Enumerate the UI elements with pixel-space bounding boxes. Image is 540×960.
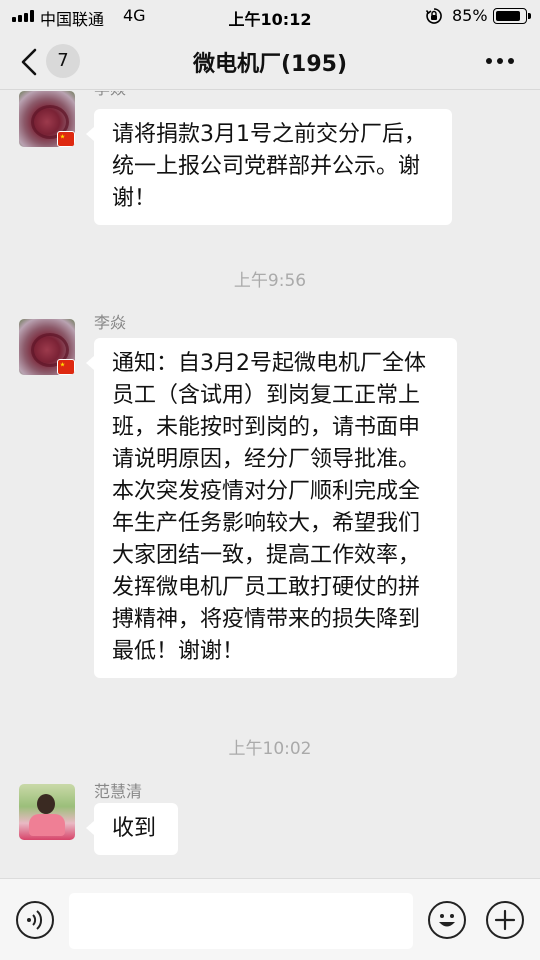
avatar[interactable] — [19, 319, 75, 375]
emoji-button[interactable] — [428, 901, 466, 939]
voice-button[interactable] — [16, 901, 54, 939]
plus-icon — [494, 909, 516, 931]
battery-percent: 85% — [452, 6, 488, 25]
more-options-button[interactable] — [480, 46, 520, 76]
chat-title: 微电机厂(195) — [192, 52, 348, 77]
timestamp: 上午10:02 — [228, 739, 312, 759]
message-bubble[interactable]: 通知：自3月2号起微电机厂全体员工（含试用）到岗复工正常上班，未能按时到岗的，请… — [86, 338, 457, 678]
sender-name: 范慧清 — [94, 782, 143, 801]
emoji-icon — [439, 914, 455, 927]
chat-header: 7 微电机厂(195) — [0, 32, 540, 90]
status-bar: 中国联通 4G 上午10:12 85% — [0, 0, 540, 32]
avatar[interactable] — [19, 784, 75, 840]
more-functions-button[interactable] — [486, 901, 524, 939]
battery-icon — [493, 8, 531, 24]
input-bar — [0, 878, 540, 960]
sender-name: 李焱 — [94, 313, 127, 332]
avatar[interactable] — [19, 91, 75, 147]
china-flag-icon — [57, 131, 75, 147]
message-bubble[interactable]: 请将捐款3月1号之前交分厂后，统一上报公司党群部并公示。谢谢！ — [86, 109, 452, 225]
timestamp: 上午9:56 — [233, 271, 307, 291]
message-bubble[interactable]: 收到 — [86, 803, 178, 855]
message-input[interactable] — [69, 893, 413, 949]
china-flag-icon — [57, 359, 75, 375]
sender-name: 李焱 — [94, 91, 126, 99]
message-list[interactable]: 李焱 请将捐款3月1号之前交分厂后，统一上报公司党群部并公示。谢谢！ 上午9:5… — [0, 91, 540, 878]
voice-icon — [27, 910, 43, 930]
ellipsis-icon — [486, 58, 492, 64]
orientation-lock-icon — [425, 8, 442, 24]
